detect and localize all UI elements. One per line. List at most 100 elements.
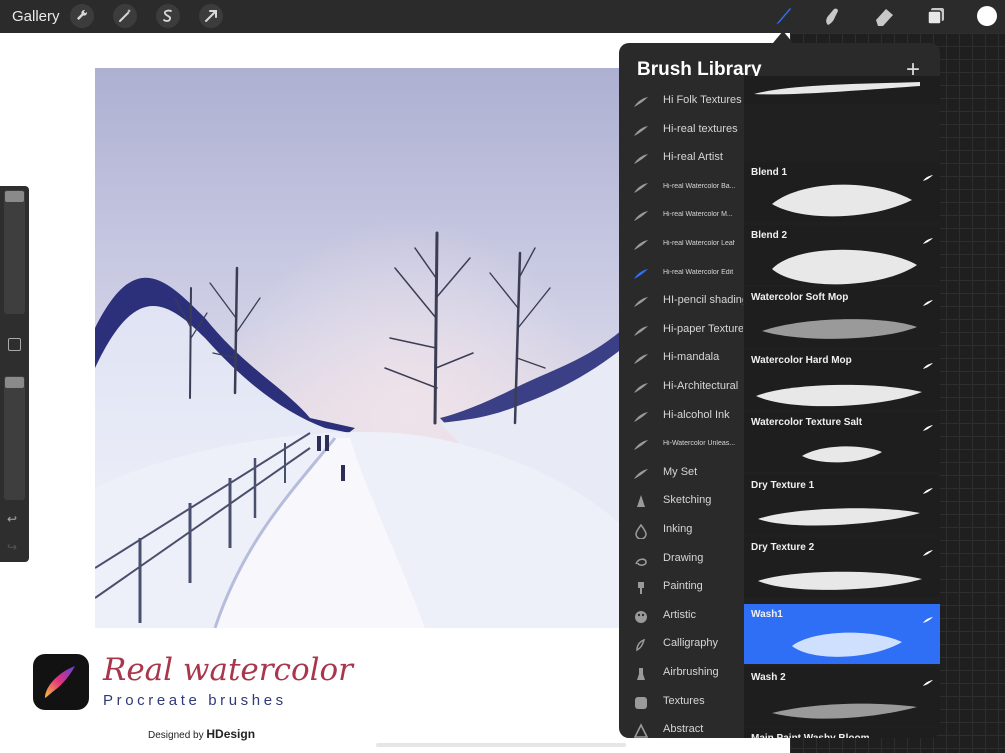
modify-button[interactable] [8,338,21,351]
undo-icon[interactable]: ↩ [7,512,17,526]
brush-set-label: Drawing [663,551,704,564]
brush-set-item[interactable]: Hi-real Watercolor Edit [619,260,744,288]
brush-set-label: Hi-real Watercolor Edit [663,268,734,276]
feather-icon [633,409,649,425]
brush-set-label: Hi-real textures [663,122,738,135]
brush-icon[interactable] [770,5,794,27]
brush-set-label: My Set [663,465,698,478]
brush-set-item[interactable]: Hi Folk Textures [619,88,744,116]
ink-drop-icon [633,523,649,540]
brush-item[interactable]: Dry Texture 1 [744,475,940,535]
brush-stroke-preview [772,249,917,285]
brush-feather-icon [922,735,934,738]
designed-by-credit: Designed by HDesign [148,727,255,741]
brush-stroke-preview [758,508,920,526]
brush-item[interactable]: Wash 2 [744,667,940,727]
brush-set-item[interactable]: Artistic [619,603,744,631]
brush-set-item[interactable]: Hi-Architectural [619,374,744,402]
brush-size-slider[interactable] [4,190,25,314]
feather-icon [633,294,649,310]
brush-set-label: Artistic [663,608,696,621]
brush-set-label: Hi-real Watercolor Leaf [663,240,735,247]
brush-stroke-preview [762,319,917,339]
feather-icon [633,180,649,196]
brush-set-item[interactable]: Hi-Watercolor Unleas... [619,431,744,459]
brush-set-item[interactable]: Sketching [619,488,744,516]
brush-item[interactable] [744,76,940,104]
brush-set-item[interactable]: Airbrushing [619,660,744,688]
brush-set-item[interactable]: Hi-alcohol Ink [619,403,744,431]
top-toolbar: Gallery [0,0,1005,33]
wrench-icon[interactable] [70,4,94,28]
brush-set-label: Hi-Architectural [663,380,739,392]
procreate-logo [33,654,89,710]
brush-library-panel: Brush Library + Hi Folk Textures Hi-real … [619,43,940,738]
selection-icon[interactable] [156,4,180,28]
brush-set-label: Sketching [663,494,712,507]
feather-icon [633,323,649,339]
brush-item[interactable]: Blend 2 [744,225,940,285]
brush-set-item[interactable]: HI-pencil shading [619,288,744,316]
feather-icon [633,151,649,167]
squiggle-icon [633,552,649,568]
brush-item[interactable]: Watercolor Hard Mop [744,350,940,410]
brush-set-item[interactable]: Painting [619,574,744,602]
pencil-tip-icon [633,494,649,510]
brush-set-item[interactable]: Hi-real Watercolor Ba... [619,174,744,202]
opacity-handle[interactable] [5,377,24,388]
brush-stroke-preview [754,82,920,95]
brush-set-label: Hi-paper Texture [663,322,743,335]
brush-library-title: Brush Library [637,59,762,80]
texture-icon [633,695,649,711]
brush-item[interactable]: Watercolor Soft Mop [744,287,940,347]
brush-set-label: Inking [663,523,693,535]
brush-item[interactable]: Dry Texture 2 [744,537,940,597]
eraser-icon[interactable] [872,5,896,27]
brush-item[interactable]: Blend 1 [744,162,940,222]
brand-title: Real watercolor [103,652,353,688]
gallery-button[interactable]: Gallery [12,8,60,25]
palette-icon [633,609,649,625]
brush-item[interactable]: Watercolor Texture Salt [744,412,940,472]
opacity-slider[interactable] [4,376,25,500]
redo-icon[interactable]: ↪ [7,540,17,554]
brush-set-item[interactable]: Hi-real Artist [619,145,744,173]
designer-name: HDesign [206,727,256,741]
designed-by-label: Designed by [148,730,207,741]
brush-item[interactable]: Main Paint Washy Bloom [744,728,940,738]
brush-stroke-preview [772,184,912,217]
brush-set-item[interactable]: Hi-real Watercolor M... [619,202,744,230]
brush-set-label: Abstract [663,723,704,736]
brush-size-handle[interactable] [5,191,24,202]
brush-set-label: Hi-real Watercolor M... [663,211,733,219]
layers-icon[interactable] [924,5,948,27]
brush-set-item[interactable]: Drawing [619,546,744,574]
brush-set-item[interactable]: Hi-paper Texture [619,317,744,345]
brush-set-item[interactable]: Hi-real textures [619,117,744,145]
feather-icon [633,380,649,396]
transform-arrow-icon[interactable] [199,4,223,28]
brush-set-item[interactable]: Hi-real Watercolor Leaf [619,231,744,259]
feather-icon [633,208,649,224]
brush-stroke-preview [758,571,922,590]
magic-wand-icon[interactable] [113,4,137,28]
brush-set-item[interactable]: Abstract [619,717,744,738]
brush-set-label: Hi-Watercolor Unleas... [663,440,736,448]
color-icon[interactable] [977,6,997,26]
smudge-icon[interactable] [820,5,844,27]
brush-stroke-preview [772,703,917,719]
brush-set-item[interactable]: Hi-mandala [619,345,744,373]
left-sidebar: ↩ ↪ [0,186,29,562]
brush-set-item[interactable]: Calligraphy [619,631,744,659]
brush-set-item[interactable]: Inking [619,517,744,545]
brush-stroke-preview [802,446,882,463]
brush-set-label: Airbrushing [663,666,719,678]
brush-set-label: Hi Folk Textures [663,94,742,106]
feather-icon [633,351,649,367]
brush-set-item[interactable]: Textures [619,689,744,717]
home-indicator [376,743,626,747]
brush-set-item[interactable]: My Set [619,460,744,488]
brush-item[interactable]: Wash1 [744,604,940,664]
brush-set-label: Calligraphy [663,637,719,650]
brush-set-label: Painting [663,580,703,593]
